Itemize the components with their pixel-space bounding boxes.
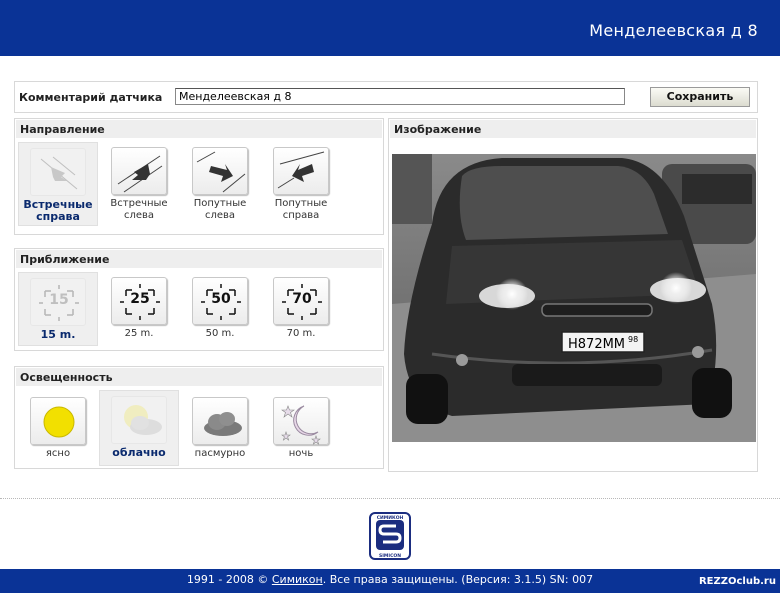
- direction-label: Попутные: [193, 198, 247, 209]
- approach-label: 50 m.: [205, 328, 235, 339]
- direction-label: слева: [204, 210, 236, 221]
- direction-label: справа: [36, 210, 80, 223]
- lighting-cloudy[interactable]: облачно: [99, 390, 179, 466]
- distance-value: 15: [49, 292, 69, 308]
- approach-title: Приближение: [16, 250, 382, 268]
- lighting-label: ясно: [45, 448, 71, 459]
- direction-label: слева: [123, 210, 155, 221]
- approach-label: 25 m.: [124, 328, 154, 339]
- distance-value: 50: [211, 291, 231, 307]
- top-bar: Менделеевская д 8: [0, 0, 780, 56]
- approach-label: 15 m.: [40, 328, 76, 341]
- comment-label: Комментарий датчика: [19, 91, 163, 104]
- distance-25-icon: 25: [111, 277, 167, 325]
- lighting-night[interactable]: ночь: [261, 392, 341, 460]
- approach-label: 70 m.: [286, 328, 316, 339]
- oncoming-left-icon: [111, 147, 167, 195]
- watermark: REZZOclub.ru: [698, 576, 776, 587]
- comment-panel: Комментарий датчика Сохранить: [14, 81, 758, 113]
- simicon-logo: СИМИКОН SIMICON: [368, 512, 412, 560]
- approach-15[interactable]: 15 15 m.: [18, 272, 98, 346]
- lighting-clear[interactable]: ясно: [18, 392, 98, 460]
- distance-value: 25: [130, 291, 150, 307]
- approach-25[interactable]: 25 25 m.: [99, 272, 179, 340]
- copyright: 1991 - 2008 © Симикон. Все права защищен…: [0, 573, 780, 586]
- image-title: Изображение: [390, 120, 756, 138]
- approach-50[interactable]: 50 50 m.: [180, 272, 260, 340]
- oncoming-right-icon: [30, 148, 86, 196]
- camera-photo: Н872ММ 98: [392, 154, 756, 442]
- lighting-title: Освещенность: [16, 368, 382, 386]
- approach-70[interactable]: 70 70 m.: [261, 272, 341, 340]
- direction-label: справа: [282, 210, 320, 221]
- direction-panel: Направление Встречные справа Встречные с…: [14, 118, 384, 235]
- copyright-prefix: 1991 - 2008 ©: [186, 573, 272, 586]
- comment-input[interactable]: [175, 88, 625, 105]
- cloud-sun-icon: [111, 396, 167, 444]
- distance-value: 70: [292, 291, 312, 307]
- footer-divider: [0, 498, 780, 499]
- sun-icon: [30, 397, 86, 445]
- copyright-suffix: . Все права защищены. (Версия: 3.1.5) SN…: [322, 573, 594, 586]
- direction-same-left[interactable]: Попутные слева: [180, 142, 260, 222]
- lighting-panel: Освещенность ясно облачно пасмурно ночь: [14, 366, 384, 469]
- direction-same-right[interactable]: Попутные справа: [261, 142, 341, 222]
- moon-icon: [273, 397, 329, 445]
- distance-15-icon: 15: [30, 278, 86, 326]
- direction-label: Попутные: [274, 198, 328, 209]
- save-button[interactable]: Сохранить: [650, 87, 750, 107]
- lighting-label: облачно: [112, 446, 166, 459]
- direction-title: Направление: [16, 120, 382, 138]
- approach-panel: Приближение 15 15 m. 25 25 m. 50 50 m. 7…: [14, 248, 384, 351]
- simicon-link[interactable]: Симикон: [272, 573, 323, 586]
- sensor-title: Менделеевская д 8: [589, 21, 758, 40]
- logo-text-bottom: SIMICON: [379, 553, 401, 559]
- license-plate-region: 98: [628, 335, 638, 344]
- distance-50-icon: 50: [192, 277, 248, 325]
- same-right-icon: [273, 147, 329, 195]
- license-plate-number: Н872ММ: [568, 337, 625, 352]
- same-left-icon: [192, 147, 248, 195]
- distance-70-icon: 70: [273, 277, 329, 325]
- direction-label: Встречные: [110, 198, 168, 209]
- lighting-label: ночь: [288, 448, 314, 459]
- image-panel: Изображение Н872ММ 98: [388, 118, 758, 472]
- lighting-label: пасмурно: [194, 448, 246, 459]
- footer-bar: 1991 - 2008 © Симикон. Все права защищен…: [0, 569, 780, 593]
- logo-text-top: СИМИКОН: [377, 515, 404, 521]
- direction-oncoming-left[interactable]: Встречные слева: [99, 142, 179, 222]
- cloud-icon: [192, 397, 248, 445]
- direction-oncoming-right[interactable]: Встречные справа: [18, 142, 98, 226]
- lighting-overcast[interactable]: пасмурно: [180, 392, 260, 460]
